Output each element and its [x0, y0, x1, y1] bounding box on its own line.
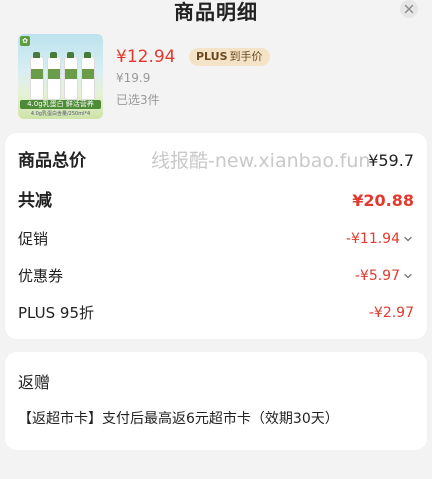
selected-count: 已选3件 [116, 93, 160, 107]
plus-discount-row: PLUS 95折 -¥2.97 [18, 300, 414, 326]
coupon-value: -¥5.97 [354, 268, 400, 284]
milk-bottles-image [30, 52, 95, 100]
plus-badge-text: 到手价 [229, 50, 263, 63]
close-button[interactable] [400, 0, 418, 18]
product-image-subtext: 4.0g乳蛋白含量/250ml*4 [30, 111, 91, 117]
coupon-value-group: -¥5.97 [355, 263, 414, 289]
plus-price-badge: PLUS 到手价 [189, 48, 270, 66]
total-reduction-row: 共减 ¥20.88 [18, 188, 414, 214]
promotion-value: -¥11.94 [345, 231, 400, 247]
total-price-value: ¥59.7 [368, 151, 414, 170]
plus-discount-value: -¥2.97 [368, 305, 414, 321]
sheet-header: 商品明细 [0, 0, 432, 24]
coupon-label: 优惠券 [18, 267, 64, 285]
total-price-row: 商品总价 ¥59.7 [18, 148, 414, 174]
total-price-label: 商品总价 [18, 151, 86, 171]
leaf-icon: ✿ [20, 36, 30, 46]
product-summary: ✿ 4.0g乳蛋白 鲜活营养 4.0g乳蛋白含量/250ml*4 ¥12.94 … [18, 34, 418, 124]
final-price: ¥12.94 [116, 47, 176, 67]
total-reduction-value: ¥20.88 [352, 191, 414, 210]
original-price: ¥19.9 [116, 71, 151, 85]
gift-card: 返赠 【返超市卡】支付后最高返6元超市卡（效期30天） [5, 352, 427, 450]
plus-badge-plus: PLUS [196, 50, 228, 63]
gift-title: 返赠 [18, 373, 51, 392]
gift-description: 【返超市卡】支付后最高返6元超市卡（效期30天） [18, 411, 339, 427]
promotion-value-group: -¥11.94 [346, 226, 414, 252]
product-image-banner: 4.0g乳蛋白 鲜活营养 [20, 100, 101, 109]
product-thumbnail[interactable]: ✿ 4.0g乳蛋白 鲜活营养 4.0g乳蛋白含量/250ml*4 [18, 34, 103, 119]
promotion-label: 促销 [18, 230, 49, 248]
chevron-down-icon[interactable] [402, 233, 414, 245]
close-icon [404, 4, 414, 14]
page-title: 商品明细 [174, 0, 258, 24]
price-breakdown-card: 商品总价 ¥59.7 线报酷-new.xianbao.fun 共减 ¥20.88… [5, 133, 427, 339]
chevron-down-icon[interactable] [402, 270, 414, 282]
coupon-row[interactable]: 优惠券 -¥5.97 [18, 263, 414, 289]
promotion-row[interactable]: 促销 -¥11.94 [18, 226, 414, 252]
total-reduction-label: 共减 [18, 191, 52, 211]
plus-discount-label: PLUS 95折 [18, 304, 95, 322]
